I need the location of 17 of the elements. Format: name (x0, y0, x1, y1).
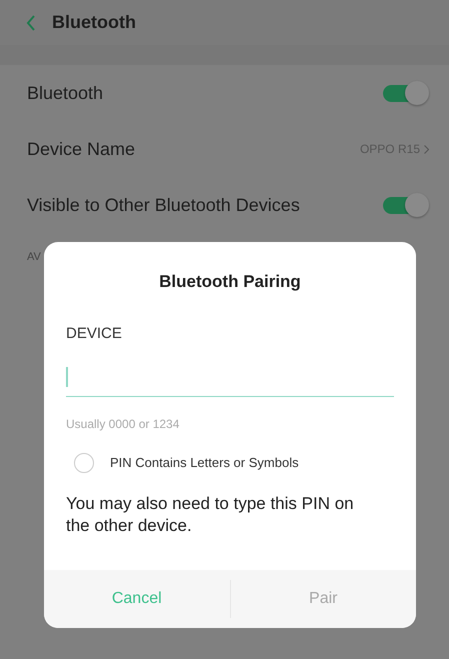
chevron-icon (424, 144, 429, 154)
back-icon[interactable] (26, 14, 36, 30)
dialog-title: Bluetooth Pairing (158, 271, 302, 293)
setting-label: Device Name (27, 138, 136, 160)
setting-label: Bluetooth (27, 82, 104, 104)
page-title: Bluetooth (52, 11, 136, 34)
section-header: AV (26, 250, 42, 265)
toggle-switch[interactable] (381, 193, 429, 217)
radio-button[interactable] (74, 453, 94, 473)
setting-label: Visible to Other Bluetooth Devices (27, 194, 300, 216)
helper-text: Usually 0000 or 1234 (65, 416, 180, 433)
field-label: DEVICE (65, 324, 123, 344)
option-label: PIN Contains Letters or Symbols (110, 454, 299, 472)
text-cursor (66, 367, 68, 387)
message-text: You may also need to type this PIN on the other device. (65, 493, 355, 538)
cancel-button[interactable]: Cancel (44, 570, 230, 628)
toggle-switch[interactable] (381, 81, 429, 105)
